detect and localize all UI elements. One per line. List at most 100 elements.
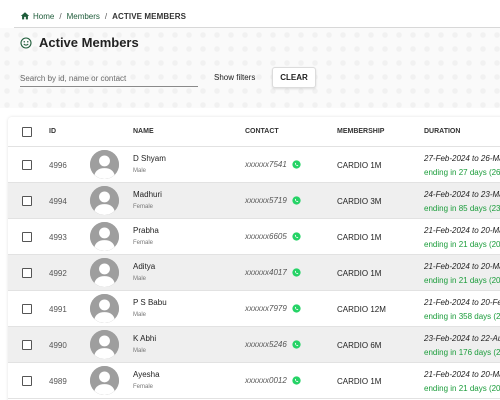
membership-ending: ending in 27 days (26 (424, 168, 500, 177)
breadcrumb-members-link[interactable]: Members (67, 12, 100, 21)
member-contact: xxxxxx5719 (245, 196, 301, 205)
member-name[interactable]: Ayesha (133, 370, 160, 379)
membership-ending: ending in 21 days (20 (424, 384, 500, 393)
contact-number: xxxxxx5246 (245, 340, 287, 349)
member-id: 4991 (49, 305, 67, 314)
person-icon (90, 150, 119, 179)
membership-ending: ending in 21 days (20 (424, 276, 500, 285)
member-gender: Male (133, 168, 147, 174)
member-id: 4990 (49, 341, 67, 350)
member-contact: xxxxxx0012 (245, 376, 301, 385)
avatar (90, 222, 119, 251)
avatar (90, 186, 119, 215)
search-input[interactable] (20, 70, 198, 87)
member-id: 4992 (49, 269, 67, 278)
row-checkbox[interactable] (22, 304, 32, 314)
member-gender: Female (133, 240, 154, 246)
member-name[interactable]: Madhuri (133, 190, 162, 199)
contact-number: xxxxxx7979 (245, 304, 287, 313)
avatar (90, 294, 119, 323)
member-gender: Male (133, 312, 147, 318)
row-checkbox[interactable] (22, 196, 32, 206)
contact-number: xxxxxx6605 (245, 232, 287, 241)
whatsapp-icon[interactable] (292, 376, 301, 385)
membership-plan: CARDIO 12M (337, 305, 386, 314)
membership-plan: CARDIO 6M (337, 341, 382, 350)
table-row[interactable]: 4993 Prabha Female xxxxxx6605 CARDIO 1M 21-Fe… (8, 219, 500, 255)
member-name[interactable]: P S Babu (133, 298, 167, 307)
member-id: 4994 (49, 197, 67, 206)
contact-number: xxxxxx4017 (245, 268, 287, 277)
membership-ending: ending in 21 days (20 (424, 240, 500, 249)
page-title-text: Active Members (39, 35, 139, 50)
member-contact: xxxxxx7541 (245, 160, 301, 169)
row-checkbox[interactable] (22, 340, 32, 350)
breadcrumb-separator: / (104, 11, 108, 21)
membership-ending: ending in 176 days (2 (424, 348, 500, 357)
member-gender: Female (133, 204, 154, 210)
whatsapp-icon[interactable] (292, 232, 301, 241)
page-title: Active Members (20, 35, 139, 50)
membership-duration: 27-Feb-2024 to 26-Ma (424, 154, 500, 163)
person-icon (90, 330, 119, 359)
row-checkbox[interactable] (22, 160, 32, 170)
row-checkbox[interactable] (22, 376, 32, 386)
table-row[interactable]: 4989 Ayesha Female xxxxxx0012 CARDIO 1M 21-Fe… (8, 363, 500, 399)
select-all-checkbox[interactable] (22, 127, 32, 137)
column-header-contact[interactable]: CONTACT (245, 128, 279, 135)
membership-plan: CARDIO 1M (337, 161, 382, 170)
show-filters-button[interactable]: Show filters (214, 73, 255, 82)
breadcrumb-home-link[interactable]: Home (33, 12, 54, 21)
row-checkbox[interactable] (22, 268, 32, 278)
membership-duration: 21-Feb-2024 to 20-Ma (424, 226, 500, 235)
member-gender: Female (133, 384, 154, 390)
members-table: ID NAME CONTACT MEMBERSHIP DURATION 4996… (8, 117, 500, 400)
member-contact: xxxxxx6605 (245, 232, 301, 241)
breadcrumb-current: ACTIVE MEMBERS (112, 11, 187, 21)
member-id: 4989 (49, 377, 67, 386)
membership-plan: CARDIO 1M (337, 377, 382, 386)
member-contact: xxxxxx4017 (245, 268, 301, 277)
person-icon (90, 294, 119, 323)
row-checkbox[interactable] (22, 232, 32, 242)
membership-duration: 24-Feb-2024 to 23-Ma (424, 190, 500, 199)
column-header-id[interactable]: ID (49, 128, 56, 135)
membership-plan: CARDIO 3M (337, 197, 382, 206)
whatsapp-icon[interactable] (292, 340, 301, 349)
whatsapp-icon[interactable] (292, 304, 301, 313)
table-row[interactable]: 4996 D Shyam Male xxxxxx7541 CARDIO 1M 27-Feb… (8, 147, 500, 183)
table-row[interactable]: 4990 K Abhi Male xxxxxx5246 CARDIO 6M 23-Feb-… (8, 327, 500, 363)
whatsapp-icon[interactable] (292, 268, 301, 277)
person-icon (90, 186, 119, 215)
table-row[interactable]: 4992 Aditya Male xxxxxx4017 CARDIO 1M 21-Feb-… (8, 255, 500, 291)
member-contact: xxxxxx7979 (245, 304, 301, 313)
whatsapp-icon[interactable] (292, 160, 301, 169)
membership-duration: 23-Feb-2024 to 22-Au (424, 334, 500, 343)
member-id: 4996 (49, 161, 67, 170)
smile-icon (20, 36, 32, 49)
home-icon[interactable] (20, 11, 30, 21)
table-header-row: ID NAME CONTACT MEMBERSHIP DURATION (8, 117, 500, 147)
membership-duration: 21-Feb-2024 to 20-Ma (424, 370, 500, 379)
person-icon (90, 258, 119, 287)
membership-duration: 21-Feb-2024 to 20-Fe (424, 298, 500, 307)
breadcrumb-separator: / (59, 11, 62, 21)
membership-plan: CARDIO 1M (337, 269, 382, 278)
membership-ending: ending in 85 days (23 (424, 204, 500, 213)
column-header-duration[interactable]: DURATION (424, 128, 460, 135)
whatsapp-icon[interactable] (292, 196, 301, 205)
member-contact: xxxxxx5246 (245, 340, 301, 349)
breadcrumb: Home / Members / ACTIVE MEMBERS (20, 11, 186, 21)
member-id: 4993 (49, 233, 67, 242)
avatar (90, 258, 119, 287)
member-name[interactable]: Prabha (133, 226, 159, 235)
column-header-name[interactable]: NAME (133, 128, 154, 135)
table-row[interactable]: 4994 Madhuri Female xxxxxx5719 CARDIO 3M 24-F… (8, 183, 500, 219)
member-name[interactable]: D Shyam (133, 154, 166, 163)
person-icon (90, 222, 119, 251)
member-name[interactable]: K Abhi (133, 334, 156, 343)
table-row[interactable]: 4991 P S Babu Male xxxxxx7979 CARDIO 12M 21-F… (8, 291, 500, 327)
column-header-membership[interactable]: MEMBERSHIP (337, 128, 384, 135)
clear-button[interactable]: CLEAR (272, 67, 316, 88)
member-name[interactable]: Aditya (133, 262, 155, 271)
